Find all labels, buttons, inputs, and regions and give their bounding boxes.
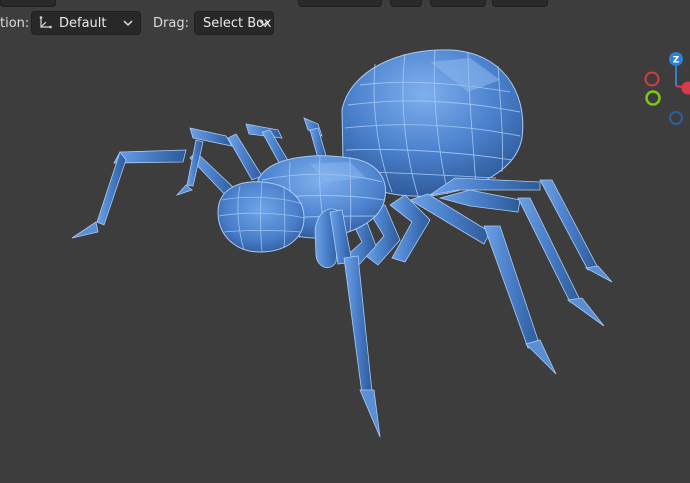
spider-right-legs <box>343 177 613 375</box>
viewport-3d[interactable] <box>0 0 690 483</box>
header-button[interactable] <box>0 0 56 7</box>
header-button[interactable] <box>298 0 382 7</box>
chevron-down-icon <box>259 20 269 27</box>
chevron-down-icon <box>123 20 133 27</box>
orientation-icon <box>39 16 52 29</box>
neg-y-axis-ball[interactable] <box>645 90 661 106</box>
header-button[interactable] <box>492 0 548 7</box>
tool-settings-bar: tion: Default Drag: Select Box <box>0 11 690 37</box>
z-axis-label: Z <box>673 56 680 66</box>
navigation-gizmo[interactable]: Z <box>636 48 690 128</box>
orientation-label: tion: <box>0 16 30 31</box>
neg-z-axis-ball[interactable] <box>669 111 683 125</box>
header-strip <box>0 0 690 7</box>
spider-head <box>217 181 305 253</box>
orientation-dropdown[interactable]: Default <box>31 11 141 35</box>
drag-dropdown[interactable]: Select Box <box>194 11 274 35</box>
drag-label: Drag: <box>153 16 189 31</box>
header-button[interactable] <box>430 0 486 7</box>
x-axis-ball[interactable] <box>681 81 690 95</box>
neg-x-axis-ball[interactable] <box>644 71 660 87</box>
orientation-value: Default <box>59 15 107 31</box>
header-button[interactable] <box>390 0 422 7</box>
